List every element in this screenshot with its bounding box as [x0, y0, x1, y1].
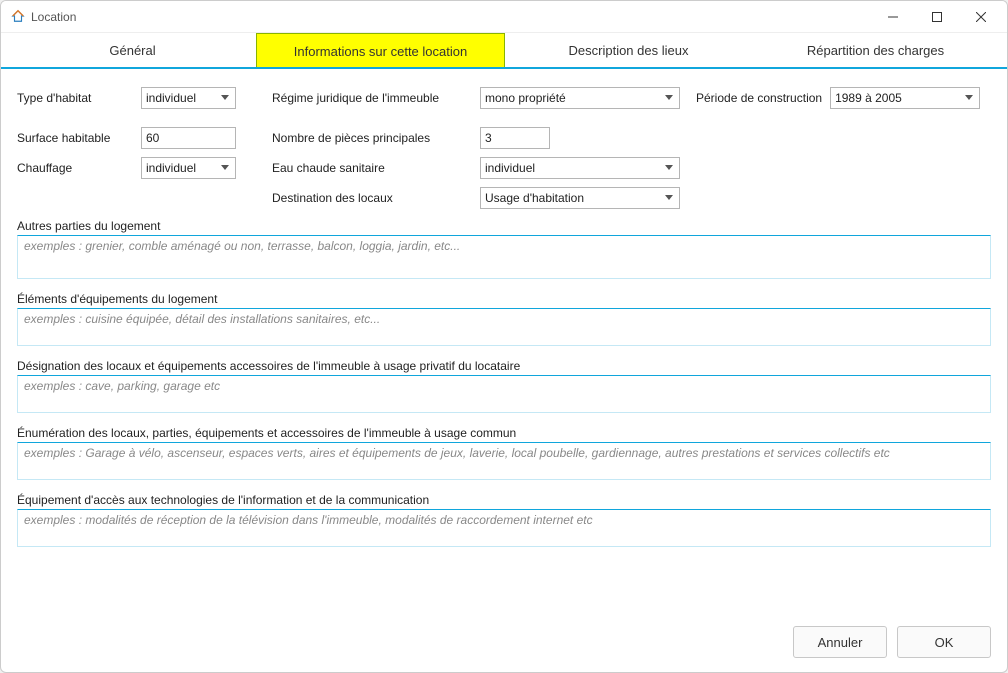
tab-bar: Général Informations sur cette location …	[1, 33, 1007, 69]
label-type-habitat: Type d'habitat	[17, 91, 133, 105]
row-destination: Destination des locaux Usage d'habitatio…	[17, 187, 991, 209]
label-enumeration: Énumération des locaux, parties, équipem…	[17, 426, 991, 440]
input-nb-pieces[interactable]	[480, 127, 550, 149]
home-icon	[11, 9, 25, 26]
label-destination: Destination des locaux	[272, 191, 472, 205]
cancel-button[interactable]: Annuler	[793, 626, 887, 658]
textarea-equipement-tech[interactable]	[17, 509, 991, 547]
label-designation: Désignation des locaux et équipements ac…	[17, 359, 991, 373]
titlebar: Location	[1, 1, 1007, 33]
row-surface: Surface habitable Nombre de pièces princ…	[17, 127, 991, 149]
textarea-elements-equip[interactable]	[17, 308, 991, 346]
dialog-footer: Annuler OK	[1, 616, 1007, 672]
select-regime[interactable]: mono propriété	[480, 87, 680, 109]
select-type-habitat[interactable]: individuel	[141, 87, 236, 109]
row-chauffage: Chauffage individuel Eau chaude sanitair…	[17, 157, 991, 179]
window-controls	[871, 2, 1003, 32]
ok-button[interactable]: OK	[897, 626, 991, 658]
select-periode[interactable]: 1989 à 2005	[830, 87, 980, 109]
tab-general[interactable]: Général	[9, 33, 256, 67]
dialog-window: Location Général Informations sur cette …	[0, 0, 1008, 673]
tab-repartition-charges[interactable]: Répartition des charges	[752, 33, 999, 67]
minimize-button[interactable]	[871, 2, 915, 32]
label-nb-pieces: Nombre de pièces principales	[272, 131, 472, 145]
input-surface[interactable]	[141, 127, 236, 149]
label-chauffage: Chauffage	[17, 161, 133, 175]
select-chauffage[interactable]: individuel	[141, 157, 236, 179]
close-button[interactable]	[959, 2, 1003, 32]
label-eau-chaude: Eau chaude sanitaire	[272, 161, 472, 175]
label-elements-equip: Éléments d'équipements du logement	[17, 292, 991, 306]
label-regime: Régime juridique de l'immeuble	[272, 91, 472, 105]
select-eau-chaude[interactable]: individuel	[480, 157, 680, 179]
form-content: Type d'habitat individuel Régime juridiq…	[1, 69, 1007, 616]
textarea-autres-parties[interactable]	[17, 235, 991, 279]
window-title: Location	[31, 10, 871, 24]
select-destination[interactable]: Usage d'habitation	[480, 187, 680, 209]
textarea-designation[interactable]	[17, 375, 991, 413]
maximize-button[interactable]	[915, 2, 959, 32]
label-autres-parties: Autres parties du logement	[17, 219, 991, 233]
label-surface: Surface habitable	[17, 131, 133, 145]
label-periode: Période de construction	[696, 91, 822, 105]
row-top: Type d'habitat individuel Régime juridiq…	[17, 87, 991, 109]
textarea-enumeration[interactable]	[17, 442, 991, 480]
tab-description-lieux[interactable]: Description des lieux	[505, 33, 752, 67]
tab-informations[interactable]: Informations sur cette location	[256, 33, 505, 67]
label-equipement-tech: Équipement d'accès aux technologies de l…	[17, 493, 991, 507]
